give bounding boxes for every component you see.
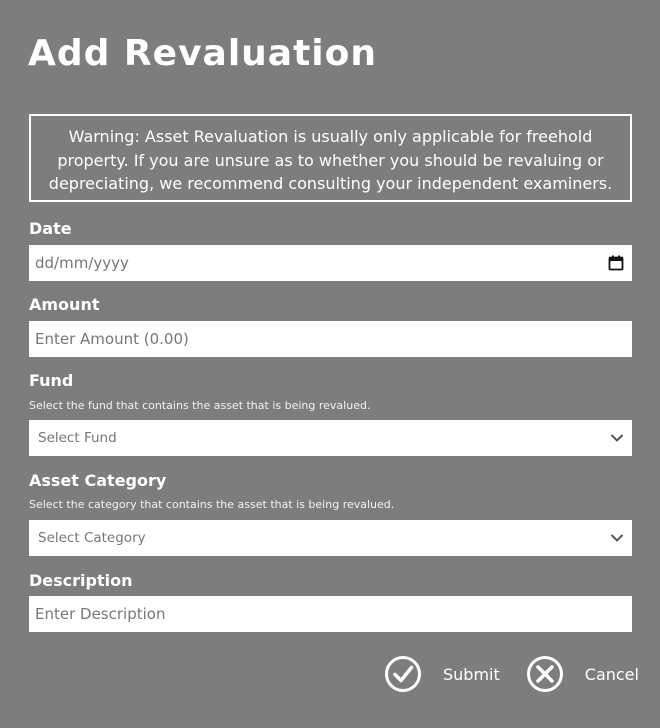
description-label: Description: [29, 571, 133, 590]
date-field[interactable]: dd/mm/yyyy: [29, 245, 632, 281]
checkmark-circle-icon[interactable]: [384, 655, 422, 693]
submit-button[interactable]: Submit: [384, 655, 500, 693]
description-placeholder: Enter Description: [35, 605, 166, 623]
amount-field[interactable]: Enter Amount (0.00): [29, 321, 632, 357]
fund-help-text: Select the fund that contains the asset …: [29, 399, 371, 412]
amount-placeholder: Enter Amount (0.00): [35, 330, 189, 348]
warning-box: Warning: Asset Revaluation is usually on…: [29, 114, 632, 202]
category-label: Asset Category: [29, 471, 167, 490]
cancel-button[interactable]: Cancel: [526, 655, 639, 693]
amount-label: Amount: [29, 295, 100, 314]
date-label: Date: [29, 219, 72, 238]
category-select-value: Select Category: [38, 530, 146, 546]
chevron-down-icon: [610, 533, 624, 543]
cancel-label[interactable]: Cancel: [585, 665, 639, 684]
action-bar: Submit Cancel: [384, 655, 639, 693]
fund-select-value: Select Fund: [38, 430, 117, 446]
chevron-down-icon: [610, 433, 624, 443]
page-title: Add Revaluation: [28, 33, 378, 74]
date-placeholder: dd/mm/yyyy: [35, 254, 129, 272]
fund-label: Fund: [29, 371, 74, 390]
x-circle-icon[interactable]: [526, 655, 564, 693]
category-select[interactable]: Select Category: [29, 520, 632, 556]
fund-select[interactable]: Select Fund: [29, 420, 632, 456]
calendar-icon[interactable]: [608, 255, 624, 271]
submit-label[interactable]: Submit: [443, 665, 500, 684]
category-help-text: Select the category that contains the as…: [29, 498, 395, 511]
description-field[interactable]: Enter Description: [29, 596, 632, 632]
